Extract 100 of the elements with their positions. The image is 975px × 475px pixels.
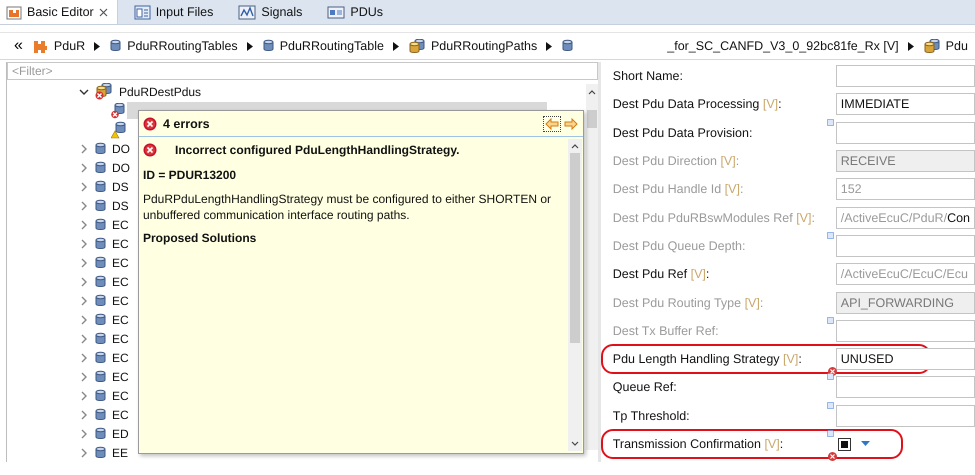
left-arrow-icon	[545, 118, 559, 130]
cylinder-icon	[95, 294, 106, 308]
scrollbar[interactable]	[568, 139, 582, 451]
tree-item-label[interactable]: EC	[112, 388, 129, 402]
cylinder-error-icon	[111, 102, 125, 118]
cylinder-icon	[95, 370, 106, 384]
tree-item-label[interactable]: PduRDestPdus	[119, 84, 202, 98]
tree-item-label[interactable]: DS	[112, 180, 129, 194]
right-arrow-icon	[564, 118, 578, 130]
tree-item-label[interactable]: EC	[112, 274, 129, 288]
tree-item-label[interactable]: EC	[112, 218, 129, 232]
arrow-icon	[908, 42, 914, 50]
tree-item-label[interactable]: EC	[112, 256, 129, 270]
chevron-icon[interactable]	[79, 88, 89, 96]
cylinder-icon	[95, 446, 106, 460]
field-label: Tp Threshold:	[612, 408, 691, 423]
pdu-icon	[327, 4, 346, 20]
filter-field[interactable]: <Filter>	[7, 62, 598, 80]
tree-item-label[interactable]: EC	[112, 350, 129, 364]
close-icon[interactable]	[98, 8, 108, 16]
text-field[interactable]: UNUSED	[836, 348, 975, 370]
checkbox[interactable]	[838, 438, 851, 450]
field-label: Dest Pdu PduRBswModules Ref [V]:	[612, 210, 816, 225]
error-title: Incorrect configured PduLengthHandlingStrategy.	[175, 143, 460, 157]
next-button[interactable]	[563, 116, 579, 130]
popup-title: 4 errors	[163, 116, 211, 130]
cylinder-warning-icon	[111, 120, 127, 138]
cylinder-stack-icon	[408, 38, 425, 54]
cylinder-icon	[95, 198, 106, 212]
editor-tab[interactable]: Input Files	[128, 0, 222, 24]
error-icon	[143, 116, 157, 130]
cylinder-icon	[95, 426, 106, 440]
tree-item-label[interactable]: EC	[112, 312, 129, 326]
text-field[interactable]	[836, 320, 975, 342]
error-description: PduRPduLengthHandlingStrategy must be configured to either SHORTEN or unbuffered communication interface routing paths.	[143, 191, 552, 223]
text-field[interactable]	[836, 65, 975, 88]
tree-item-label[interactable]: DO	[112, 142, 130, 156]
tree-item-label[interactable]: EC	[112, 332, 129, 346]
field-label: Dest Pdu Queue Depth:	[612, 238, 746, 253]
editor-icon	[6, 4, 22, 20]
breadcrumb-item[interactable]: _for_SC_CANFD_V3_0_92bc81fe_Rx [V]	[562, 39, 908, 53]
field-label: Pdu Length Handling Strategy [V]:	[612, 352, 803, 366]
field-label: Dest Pdu Handle Id [V]:	[612, 182, 744, 196]
scroll-up-icon[interactable]	[588, 89, 596, 95]
arrow-icon	[246, 42, 253, 50]
tree-item-label[interactable]: EC	[112, 408, 129, 422]
arrow-icon	[392, 42, 399, 50]
cylinder-stack-icon	[924, 38, 940, 54]
scroll-down-icon[interactable]	[571, 441, 579, 447]
cylinder-icon	[95, 408, 106, 422]
cylinder-icon	[95, 332, 106, 346]
editor-tab[interactable]: Signals	[232, 0, 312, 24]
field-label: Dest Tx Buffer Ref:	[612, 324, 720, 338]
text-field[interactable]	[836, 122, 975, 144]
field-label: Dest Pdu Ref [V]:	[612, 267, 710, 282]
text-field[interactable]	[836, 404, 975, 427]
field-label: Short Name:	[612, 69, 684, 84]
scroll-thumb[interactable]	[586, 110, 597, 128]
scroll-thumb[interactable]	[570, 153, 580, 343]
editor-tab[interactable]: Basic Editor	[0, 0, 118, 24]
error-id: ID = PDUR13200	[143, 168, 238, 182]
cylinder-icon	[95, 312, 106, 326]
cylinder-icon	[95, 388, 106, 402]
text-field[interactable]	[836, 376, 975, 398]
overflow-button[interactable]: «	[14, 37, 23, 55]
tree-item-label[interactable]: EC	[112, 370, 129, 384]
field-label: Dest Pdu Data Provision:	[612, 126, 754, 140]
files-icon	[134, 4, 151, 20]
tree-item-label[interactable]: EC	[112, 294, 129, 308]
previous-button[interactable]	[544, 116, 560, 130]
cylinder-icon	[110, 39, 122, 53]
breadcrumb-item[interactable]: PduRRoutingPaths	[408, 38, 546, 54]
arrow-icon	[94, 42, 100, 50]
cylinder-icon	[95, 218, 106, 232]
breadcrumb-item[interactable]: PduRRoutingTable	[262, 39, 393, 53]
text-field[interactable]: IMMEDIATE	[836, 93, 975, 116]
cylinder-icon	[95, 142, 106, 156]
scrollbar[interactable]	[586, 84, 598, 450]
breadcrumb-item[interactable]: Pdu	[924, 38, 975, 54]
scroll-up-icon[interactable]	[571, 143, 579, 149]
breadcrumb-item[interactable]: PduRRoutingTables	[110, 39, 247, 53]
tree-item-label[interactable]: DO	[112, 160, 130, 174]
module-icon	[32, 38, 48, 54]
signal-wave-icon	[238, 4, 256, 20]
breadcrumb-item[interactable]: PduR	[32, 38, 94, 54]
cylinder-icon	[95, 160, 106, 174]
cylinder-icon	[95, 274, 106, 288]
cylinder-icon	[262, 39, 274, 53]
text-field[interactable]	[836, 234, 975, 257]
cylinder-icon	[95, 350, 106, 364]
field-label: Dest Pdu Routing Type [V]:	[612, 296, 764, 310]
editor-tab[interactable]: PDUs	[321, 0, 392, 24]
arrow-icon	[546, 42, 552, 50]
tree-item-label[interactable]: ED	[112, 426, 129, 440]
cylinder-icon	[95, 236, 106, 250]
cylinder-icon	[562, 39, 574, 53]
tree-item-label[interactable]: EE	[112, 446, 128, 460]
tree-item-label[interactable]: EC	[112, 236, 129, 250]
tree-item-label[interactable]: DS	[112, 198, 129, 212]
caret-icon[interactable]	[860, 441, 870, 447]
